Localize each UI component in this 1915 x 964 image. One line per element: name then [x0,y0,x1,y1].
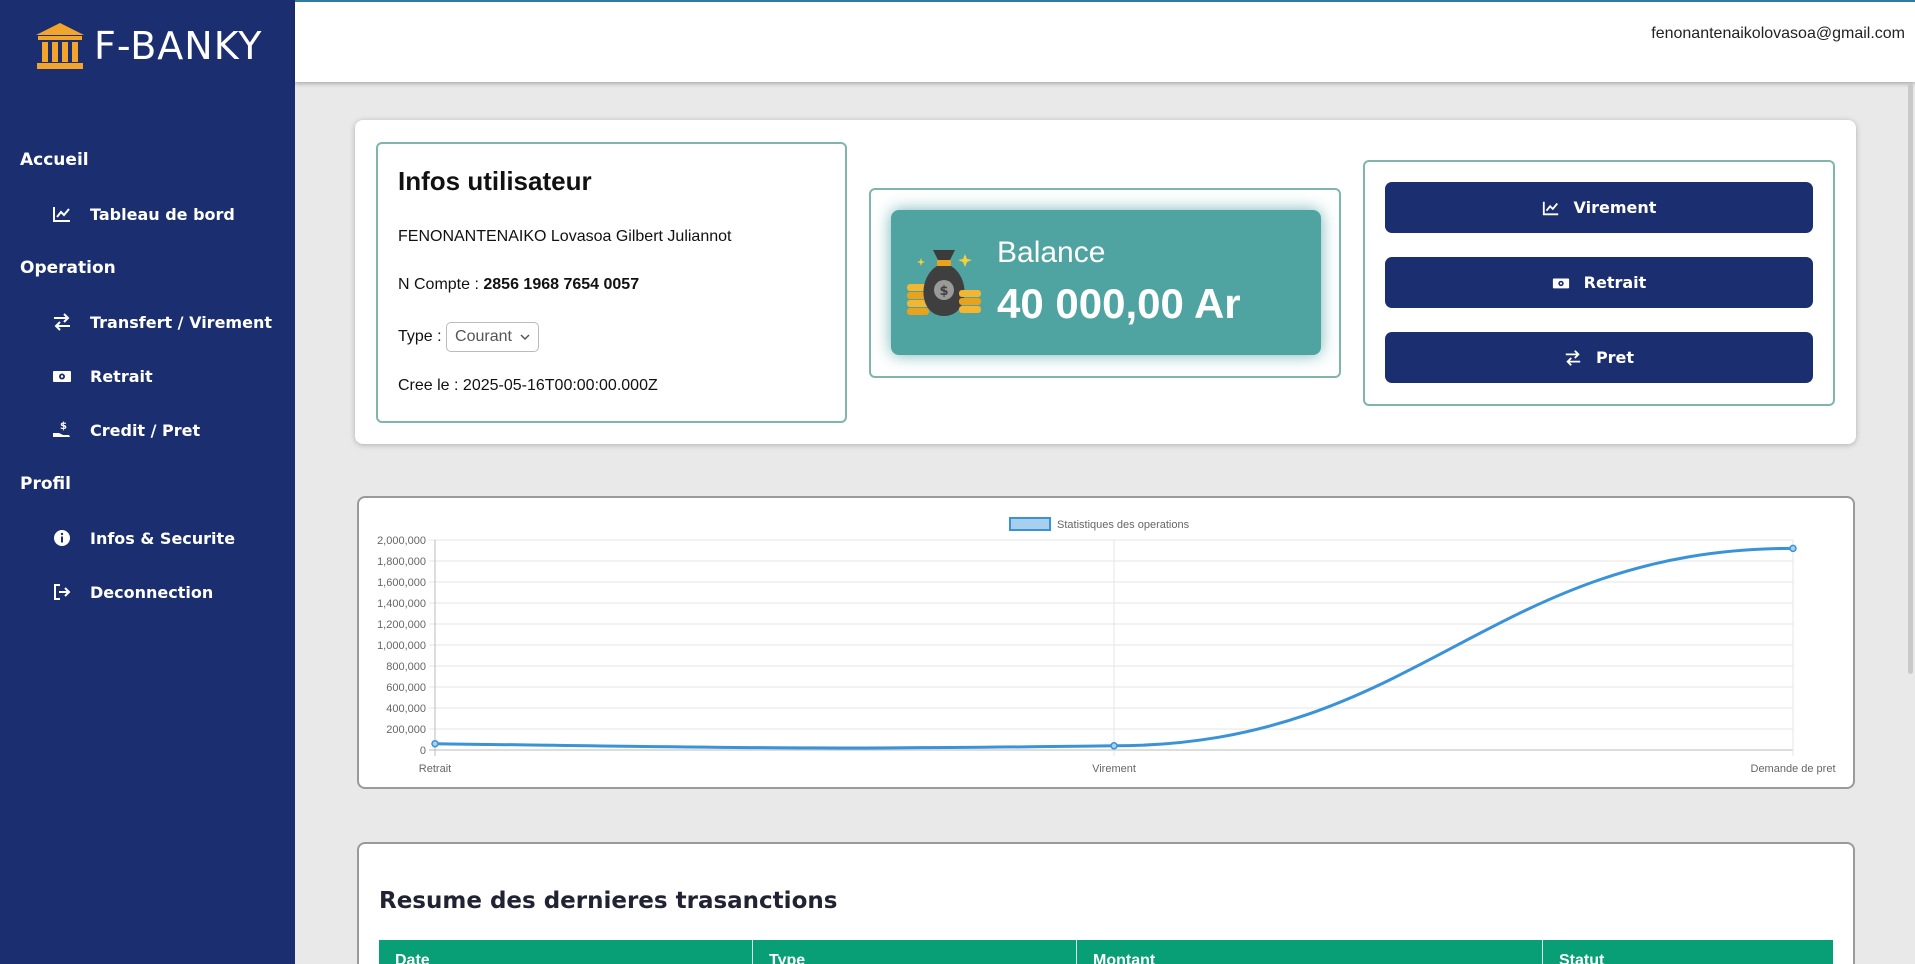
y-tick-label: 1,600,000 [377,577,426,589]
svg-text:$: $ [60,421,67,432]
account-summary-card: Infos utilisateur FENONANTENAIKO Lovasoa… [355,120,1856,444]
bank-icon [36,23,84,69]
transactions-table-header: Date Type Montant Statut [379,940,1833,964]
data-point [1110,742,1118,750]
created-date-row: Cree le : 2025-05-16T00:00:00.000Z [398,377,658,395]
user-email[interactable]: fenonantenaikolovasoa@gmail.com [1651,25,1905,43]
y-tick-label: 0 [420,745,426,757]
y-tick-label: 2,000,000 [377,535,426,547]
pret-button[interactable]: Pret [1385,332,1813,383]
account-number-label: N Compte : [398,276,479,293]
sidebar-item-credit-pret[interactable]: $ Credit / Pret [52,415,200,445]
statistics-chart-card: 0 200,000 400,000 600,000 800,000 1,000,000 1,… [357,496,1855,789]
sidebar-item-label: Credit / Pret [90,420,201,440]
nav-section-accueil: Accueil [20,150,89,170]
svg-text:$: $ [940,284,949,299]
sign-out-icon [54,584,71,600]
pret-button-label: Pret [1595,348,1635,367]
sidebar-item-infos-securite[interactable]: Infos & Securite [52,523,235,553]
y-tick-label: 1,000,000 [377,640,426,652]
sidebar-item-retrait[interactable]: Retrait [52,361,153,391]
sidebar-item-label: Deconnection [90,582,214,602]
user-info-title: Infos utilisateur [398,166,592,196]
legend-swatch [1009,517,1051,531]
retrait-button[interactable]: Retrait [1385,257,1813,308]
user-info-box: Infos utilisateur FENONANTENAIKO Lovasoa… [376,142,847,423]
account-number-row: N Compte : 2856 1968 7654 0057 [398,276,639,294]
created-date: 2025-05-16T00:00:00.000Z [462,377,658,394]
info-circle-icon [54,530,70,546]
sidebar-item-deconnection[interactable]: Deconnection [52,577,213,607]
sidebar-item-transfert-virement[interactable]: Transfert / Virement [52,307,272,337]
y-tick-label: 600,000 [386,682,426,694]
column-header-date[interactable]: Date [379,940,753,964]
user-name: FENONANTENAIKO Lovasoa Gilbert Juliannot [398,228,732,245]
account-number: 2856 1968 7654 0057 [483,276,640,293]
transactions-title: Resume des dernieres trasanctions [379,888,838,914]
sidebar-item-tableau-de-bord[interactable]: Tableau de bord [52,199,235,229]
sidebar-item-label: Transfert / Virement [90,312,272,332]
y-tick-label: 200,000 [386,724,426,736]
sidebar-item-label: Tableau de bord [90,204,235,224]
page-scrollbar[interactable] [1908,84,1913,674]
data-point [1789,544,1797,553]
y-tick-label: 1,200,000 [377,619,426,631]
quick-actions-box: Virement Retrait Pret [1363,160,1835,406]
y-tick-label: 800,000 [386,661,426,673]
account-type-value: Courant [455,328,512,345]
transactions-card: Resume des dernieres trasanctions Date T… [357,842,1855,964]
balance-value: 40 000,00 Ar [997,280,1241,327]
column-header-statut[interactable]: Statut [1543,940,1833,964]
account-type-row: Type : Courant [398,322,539,352]
balance-card: $ Balance 40 000,00 Ar [891,210,1321,355]
column-header-type[interactable]: Type [753,940,1077,964]
legend-label: Statistiques des operations [1057,519,1190,531]
y-tick-label: 400,000 [386,703,426,715]
money-bill-icon [1552,278,1569,288]
data-point [431,739,439,748]
y-tick-label: 1,800,000 [377,556,426,568]
nav-section-operation: Operation [20,258,116,278]
sidebar-item-label: Infos & Securite [90,528,236,548]
exchange-icon [54,313,70,331]
chart-line-icon [53,207,70,222]
x-tick-label: Virement [1092,763,1136,775]
account-type-label: Type : [398,328,442,346]
money-bill-icon [53,371,71,382]
x-tick-label: Retrait [419,763,451,775]
brand-name: F-BANKY [94,24,263,68]
balance-box: $ Balance 40 000,00 Ar [869,188,1341,378]
chart-line-icon [1542,201,1558,215]
money-bag-icon: $ [907,250,981,316]
column-header-montant[interactable]: Montant [1077,940,1543,964]
sidebar: F-BANKY Accueil Tableau de bord Operatio… [0,0,295,964]
hand-holding-dollar-icon: $ [53,421,70,437]
brand-logo[interactable]: F-BANKY [34,20,262,72]
nav-section-profil: Profil [20,474,71,494]
retrait-button-label: Retrait [1583,273,1647,292]
exchange-icon [1565,349,1581,366]
chevron-down-icon [520,334,530,341]
virement-button-label: Virement [1573,198,1657,217]
sidebar-item-label: Retrait [90,366,153,386]
operations-line-chart: 0 200,000 400,000 600,000 800,000 1,000,000 1,… [377,517,1836,775]
topbar: fenonantenaikolovasoa@gmail.com [295,0,1915,82]
account-type-select[interactable]: Courant [446,322,539,352]
virement-button[interactable]: Virement [1385,182,1813,233]
y-tick-label: 1,400,000 [377,598,426,610]
created-date-label: Cree le : [398,377,459,394]
x-tick-label: Demande de pret [1751,763,1836,775]
balance-label: Balance [997,236,1106,269]
